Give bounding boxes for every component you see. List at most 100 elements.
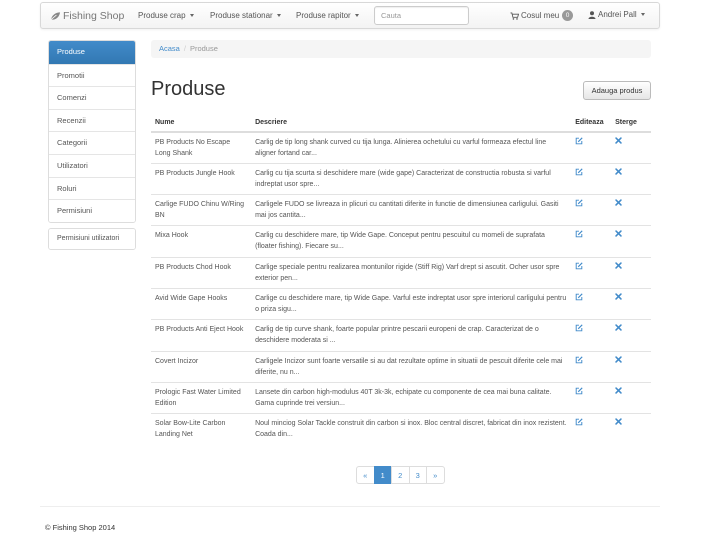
- product-description: Carlig cu deschidere mare, tip Wide Gape…: [251, 225, 572, 258]
- header-description: Descriere: [251, 113, 572, 133]
- menu-label: Produse stationar: [210, 11, 273, 20]
- pagination-page-1[interactable]: 1: [373, 466, 392, 484]
- edit-icon[interactable]: [575, 262, 583, 274]
- product-description-text: Carlige speciale pentru realizarea montu…: [255, 263, 560, 282]
- product-name: Avid Wide Gape Hooks: [151, 287, 252, 320]
- add-product-button[interactable]: Adauga produs: [583, 81, 651, 100]
- delete-icon[interactable]: [615, 293, 622, 304]
- sidebar-menu-extra: Permisiuni utilizatori: [48, 227, 136, 250]
- product-description: Carligele FUDO se livreaza in plicuri cu…: [251, 194, 572, 226]
- product-name: Carlige FUDO Chinu W/Ring BN: [151, 194, 252, 226]
- product-description-text: Carligele FUDO se livreaza in plicuri cu…: [255, 201, 559, 220]
- menu-produse-stationar[interactable]: Produse stationar: [210, 11, 281, 20]
- sidebar-menu: Produse Promotii Comenzi Recenzii Catego…: [48, 40, 136, 223]
- delete-icon[interactable]: [615, 418, 622, 429]
- table-row: Carlige FUDO Chinu W/Ring BN Carligele FU…: [151, 194, 651, 226]
- edit-icon[interactable]: [575, 387, 583, 399]
- product-name: PB Products Chod Hook: [151, 256, 252, 289]
- table-header-row: Nume Descriere Editeaza Sterge: [151, 113, 651, 133]
- product-name: Solar Bow-Lite Carbon Landing Net: [151, 413, 252, 445]
- table-row: PB Products Jungle Hook Carlig cu tija sc…: [151, 162, 651, 195]
- sidebar-item-permisiuni-utilizatori[interactable]: Permisiuni utilizatori: [49, 228, 135, 249]
- edit-icon[interactable]: [575, 230, 583, 242]
- delete-icon[interactable]: [615, 199, 622, 210]
- table-row: Avid Wide Gape Hooks Carlige cu deschider…: [151, 287, 651, 320]
- delete-icon[interactable]: [615, 355, 622, 367]
- caret-down-icon: [640, 13, 645, 16]
- cart-icon: [510, 11, 519, 20]
- product-description-text: Carlig de tip curve shank, foarte popula…: [255, 326, 539, 345]
- table-row: PB Products Chod Hook Carlige speciale pe…: [151, 256, 651, 289]
- user-icon: [588, 10, 596, 19]
- pagination-page-2[interactable]: 2: [391, 466, 410, 484]
- pagination-prev[interactable]: «: [356, 466, 375, 484]
- sidebar-item-produse[interactable]: Produse: [49, 41, 135, 64]
- delete-icon[interactable]: [615, 261, 622, 273]
- pagination-page-3[interactable]: 3: [408, 466, 427, 484]
- user-name: Andrei Pall: [598, 10, 637, 19]
- edit-icon[interactable]: [575, 293, 583, 305]
- edit-icon[interactable]: [575, 168, 583, 180]
- sidebar-item-comenzi[interactable]: Comenzi: [49, 86, 135, 109]
- table-row: PB Products Anti Eject Hook Carlig de tip…: [151, 319, 651, 352]
- product-name: PB Products Jungle Hook: [151, 162, 252, 195]
- delete-cell: [611, 287, 651, 320]
- product-description: Carlig cu tija scurta si deschidere mare…: [251, 162, 572, 195]
- edit-icon[interactable]: [575, 199, 583, 211]
- edit-icon[interactable]: [575, 355, 583, 368]
- breadcrumb-home-link[interactable]: Acasa: [159, 44, 180, 53]
- menu-label: Produse crap: [138, 11, 186, 20]
- menu-produse-rapitor[interactable]: Produse rapitor: [296, 11, 359, 20]
- product-name: PB Products Anti Eject Hook: [151, 319, 252, 352]
- brand-label: Fishing Shop: [63, 10, 125, 22]
- header-name: Nume: [151, 113, 252, 133]
- edit-cell: [571, 287, 612, 320]
- delete-cell: [611, 131, 651, 164]
- delete-cell: [611, 413, 651, 445]
- edit-icon[interactable]: [575, 324, 583, 336]
- pagination: « 1 2 3 »: [356, 466, 445, 484]
- sidebar-item-categorii[interactable]: Categorii: [49, 131, 135, 154]
- table-row: PB Products No Escape Long Shank Carlig d…: [151, 131, 651, 164]
- delete-icon[interactable]: [615, 230, 622, 241]
- sidebar-item-roluri[interactable]: Roluri: [49, 176, 135, 200]
- menu-produse-crap[interactable]: Produse crap: [138, 11, 194, 20]
- product-description: Carligele Incizor sunt foarte versatile …: [251, 350, 572, 383]
- sidebar-item-permisiuni[interactable]: Permisiuni: [49, 199, 135, 222]
- caret-down-icon: [189, 14, 194, 17]
- sidebar-item-recenzii[interactable]: Recenzii: [49, 108, 135, 132]
- cart-count-badge: 0: [562, 10, 573, 21]
- edit-icon[interactable]: [575, 137, 583, 149]
- edit-cell: [571, 381, 612, 414]
- edit-cell: [571, 131, 612, 164]
- breadcrumb: Acasa / Produse: [151, 40, 651, 58]
- pagination-next[interactable]: »: [426, 466, 445, 484]
- cart-label: Cosul meu: [521, 11, 560, 20]
- page-title: Produse: [151, 78, 226, 100]
- footer-copyright: © Fishing Shop 2014: [45, 523, 116, 532]
- caret-down-icon: [276, 14, 281, 17]
- table-body: PB Products No Escape Long Shank Carlig d…: [151, 131, 651, 445]
- delete-icon[interactable]: [615, 387, 622, 398]
- user-menu[interactable]: Andrei Pall: [588, 10, 645, 19]
- delete-icon[interactable]: [615, 168, 622, 179]
- header-delete: Sterge: [611, 113, 651, 133]
- edit-icon[interactable]: [575, 418, 583, 430]
- navbar: Fishing Shop Produse crap Produse statio…: [40, 2, 660, 29]
- search-input[interactable]: [374, 6, 469, 25]
- delete-cell: [611, 319, 651, 352]
- sidebar-item-utilizatori[interactable]: Utilizatori: [49, 153, 135, 177]
- product-description: Carlig de tip long shank curved cu tija …: [251, 131, 572, 164]
- edit-cell: [571, 162, 612, 195]
- product-description: Carlige speciale pentru realizarea montu…: [251, 256, 572, 289]
- delete-icon[interactable]: [615, 324, 622, 335]
- product-description-text: Noul minciog Solar Tackle construit din …: [255, 420, 567, 439]
- delete-icon[interactable]: [615, 137, 622, 148]
- delete-cell: [611, 162, 651, 195]
- cart-link[interactable]: Cosul meu 0: [510, 10, 573, 21]
- delete-cell: [611, 256, 651, 289]
- product-name: Mixa Hook: [151, 225, 252, 258]
- sidebar-item-promotii[interactable]: Promotii: [49, 63, 135, 87]
- leaf-icon: [50, 12, 61, 20]
- brand-link[interactable]: Fishing Shop: [50, 10, 124, 22]
